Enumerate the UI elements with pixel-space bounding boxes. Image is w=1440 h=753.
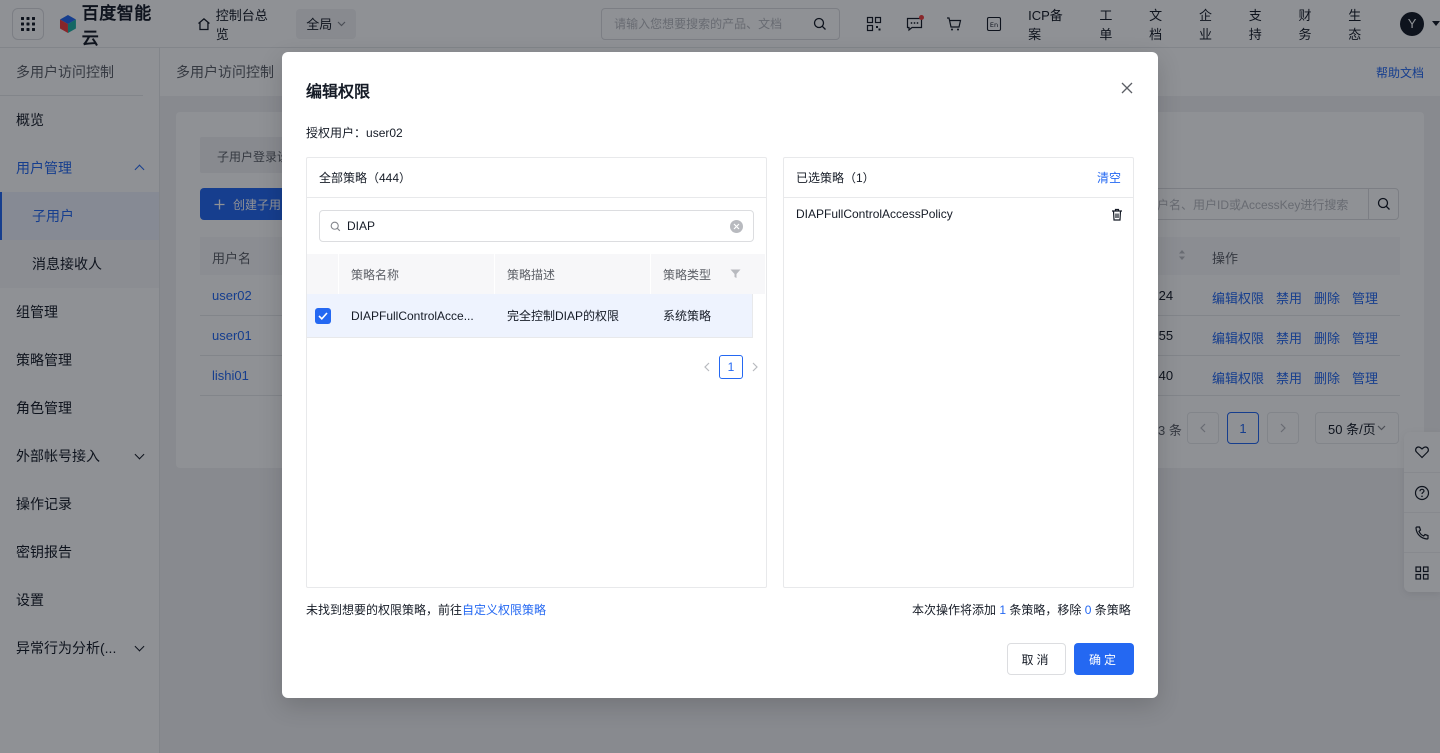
check-icon	[318, 311, 328, 320]
policy-name: DIAPFullControlAcce...	[351, 308, 474, 323]
custom-policy-link[interactable]: 自定义权限策略	[462, 603, 546, 617]
table-row[interactable]: DIAPFullControlAcce... 完全控制DIAP的权限 系统策略	[307, 294, 752, 338]
policy-pagination: 1	[701, 355, 761, 379]
confirm-button[interactable]: 确定	[1074, 643, 1134, 675]
selected-policies-panel: 已选策略（1） 清空 DIAPFullControlAccessPolicy	[783, 157, 1134, 588]
add-count: 1	[999, 603, 1007, 617]
all-policies-title: 全部策略（444）	[319, 171, 412, 185]
filter-icon[interactable]	[730, 269, 741, 279]
cancel-button[interactable]: 取消	[1007, 643, 1066, 675]
column-header-policy-desc: 策略描述	[495, 254, 651, 294]
authorized-user-value: user02	[366, 126, 403, 140]
authorized-user: 授权用户：user02	[306, 124, 403, 141]
edit-permission-dialog: 编辑权限 授权用户：user02 全部策略（444） DIAP 策略名称 策略描…	[282, 52, 1158, 698]
table-scrollbar[interactable]	[752, 294, 766, 338]
dialog-title: 编辑权限	[306, 84, 371, 101]
column-header-policy-name: 策略名称	[339, 254, 495, 294]
policy-search-value: DIAP	[347, 219, 376, 233]
clear-input-icon[interactable]	[730, 219, 743, 233]
chevron-left-icon	[704, 362, 710, 372]
selected-policy-name: DIAPFullControlAccessPolicy	[796, 207, 953, 221]
summary-suffix: 条策略	[1094, 603, 1131, 617]
selected-policies-title: 已选策略（1）	[796, 171, 875, 185]
policy-type-label: 策略类型	[663, 267, 712, 282]
policy-desc: 完全控制DIAP的权限	[507, 309, 620, 323]
selected-policies-header: 已选策略（1） 清空	[784, 158, 1133, 198]
authorized-user-label: 授权用户：	[306, 126, 367, 140]
summary-prefix: 本次操作将添加	[912, 603, 997, 617]
search-icon	[330, 221, 341, 231]
custom-policy-hint-text: 未找到想要的权限策略，前往	[306, 603, 463, 617]
clear-all-link[interactable]: 清空	[1097, 169, 1121, 186]
checkbox-column-header	[307, 254, 339, 294]
chevron-right-icon	[752, 362, 758, 372]
row-checkbox-cell	[307, 294, 339, 337]
list-item: DIAPFullControlAccessPolicy	[796, 207, 1123, 221]
policy-table-header: 策略名称 策略描述 策略类型	[307, 254, 766, 294]
prev-page-button[interactable]	[701, 356, 713, 378]
custom-policy-hint: 未找到想要的权限策略，前往自定义权限策略	[306, 601, 546, 618]
policy-search-input[interactable]: DIAP	[319, 210, 754, 242]
trash-icon[interactable]	[1111, 208, 1123, 221]
summary-middle: 条策略，移除	[1009, 603, 1082, 617]
all-policies-header: 全部策略（444）	[307, 158, 766, 198]
all-policies-panel: 全部策略（444） DIAP 策略名称 策略描述 策略类型 DIAPFullCo…	[306, 157, 767, 588]
row-checkbox[interactable]	[315, 307, 331, 324]
next-page-button[interactable]	[749, 356, 761, 378]
close-icon[interactable]	[1120, 81, 1134, 95]
operation-summary: 本次操作将添加 1 条策略，移除 0 条策略	[912, 601, 1131, 618]
remove-count: 0	[1084, 603, 1092, 617]
policy-type: 系统策略	[663, 309, 712, 323]
page-number-current[interactable]: 1	[719, 355, 743, 379]
column-header-policy-type: 策略类型	[651, 254, 766, 294]
